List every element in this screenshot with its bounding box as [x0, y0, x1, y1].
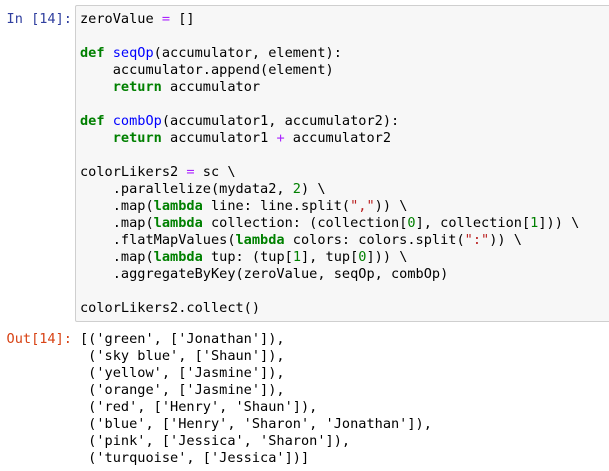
code-token: accumulator1 — [161, 130, 277, 146]
code-token: .parallelize(mydata2, — [80, 181, 293, 197]
code-token: lambda — [153, 215, 203, 231]
code-token: )) \ — [374, 198, 408, 214]
code-line: zeroValue = [] — [80, 11, 579, 28]
output-line: ('yellow', ['Jasmine']), — [80, 365, 285, 381]
code-line: colorLikers2.collect() — [80, 300, 579, 317]
code-token: line: line.split( — [202, 198, 351, 214]
code-token: accumulator.append(element) — [80, 62, 334, 78]
code-token: .map( — [80, 215, 154, 231]
code-token: (accumulator, element): — [153, 45, 342, 61]
code-line: ​ — [80, 96, 579, 113]
code-token: ], tup[ — [301, 249, 359, 265]
code-token: def — [80, 113, 105, 129]
code-line: ​ — [80, 283, 579, 300]
code-token: lambda — [153, 249, 203, 265]
input-prompt: In [14]: — [6, 11, 72, 27]
output-line: ('orange', ['Jasmine']), — [80, 382, 285, 398]
code-token: ":" — [464, 232, 490, 248]
code-line: .aggregateByKey(zeroValue, seqOp, combOp… — [80, 266, 579, 283]
code-token: 1 — [292, 249, 301, 265]
code-token: ])) \ — [366, 249, 408, 265]
output-line: ('turquoise', ['Jessica'])] — [80, 450, 310, 466]
code-token: colorLikers2.collect() — [80, 300, 261, 316]
code-line: .parallelize(mydata2, 2) \ — [80, 181, 579, 198]
output-line: [('green', ['Jonathan']), — [80, 331, 285, 347]
code-token: return — [112, 130, 162, 146]
code-line: colorLikers2 = sc \ — [80, 164, 579, 181]
code-line: def seqOp(accumulator, element): — [80, 45, 579, 62]
code-line: accumulator.append(element) — [80, 62, 579, 79]
code-token: accumulator — [161, 79, 261, 95]
code-line: .map(lambda line: line.split(",")) \ — [80, 198, 579, 215]
code-token: = — [161, 11, 171, 27]
code-token: accumulator2 — [284, 130, 392, 146]
code-token: 0 — [407, 215, 416, 231]
code-line: .flatMapValues(lambda colors: colors.spl… — [80, 232, 579, 249]
code-token: + — [276, 130, 285, 146]
code-token: )) \ — [489, 232, 522, 248]
code-token: colorLikers2 — [80, 164, 187, 180]
code-token: ], collection[ — [415, 215, 531, 231]
cell-output: [('green', ['Jonathan']), ('sky blue', [… — [80, 331, 432, 467]
code-token: ])) \ — [538, 215, 580, 231]
code-token: ) \ — [300, 181, 326, 197]
code-token: lambda — [235, 232, 285, 248]
code-token: def — [80, 45, 105, 61]
output-line: ('red', ['Henry', 'Shaun']), — [80, 399, 318, 415]
code-token: [] — [170, 11, 195, 27]
code-line: .map(lambda collection: (collection[0], … — [80, 215, 580, 232]
code-token: sc \ — [194, 164, 236, 180]
code-line: ​ — [80, 147, 579, 164]
code-token: = — [186, 164, 195, 180]
code-token: lambda — [153, 198, 203, 214]
code-token: .map( — [80, 198, 154, 214]
code-token: (accumulator1, accumulator2): — [161, 113, 400, 129]
code-line: return accumulator — [80, 79, 579, 96]
code-token: combOp — [112, 113, 162, 129]
output-prompt: Out[14]: — [6, 331, 72, 347]
code-token: collection: (collection[ — [202, 215, 408, 231]
code-line: .map(lambda tup: (tup[1], tup[0])) \ — [80, 249, 579, 266]
output-line: ('blue', ['Henry', 'Sharon', 'Jonathan']… — [80, 416, 432, 432]
code-token: return — [112, 79, 162, 95]
code-line: return accumulator1 + accumulator2 — [80, 130, 579, 147]
code-token: colors: colors.split( — [284, 232, 465, 248]
code-editor[interactable]: zeroValue = []​def seqOp(accumulator, el… — [80, 11, 579, 317]
output-line: ('sky blue', ['Shaun']), — [80, 348, 285, 364]
code-token: .aggregateByKey(zeroValue, seqOp, combOp… — [80, 266, 449, 282]
code-line: ​ — [80, 28, 579, 45]
code-token: .flatMapValues( — [80, 232, 236, 248]
code-token: .map( — [80, 249, 154, 265]
code-token: seqOp — [112, 45, 154, 61]
code-token: zeroValue — [80, 11, 162, 27]
code-line: def combOp(accumulator1, accumulator2): — [80, 113, 579, 130]
output-line: ('pink', ['Jessica', 'Sharon']), — [80, 433, 351, 449]
code-token: 2 — [292, 181, 301, 197]
code-token: "," — [350, 198, 375, 214]
code-token: tup: (tup[ — [202, 249, 293, 265]
